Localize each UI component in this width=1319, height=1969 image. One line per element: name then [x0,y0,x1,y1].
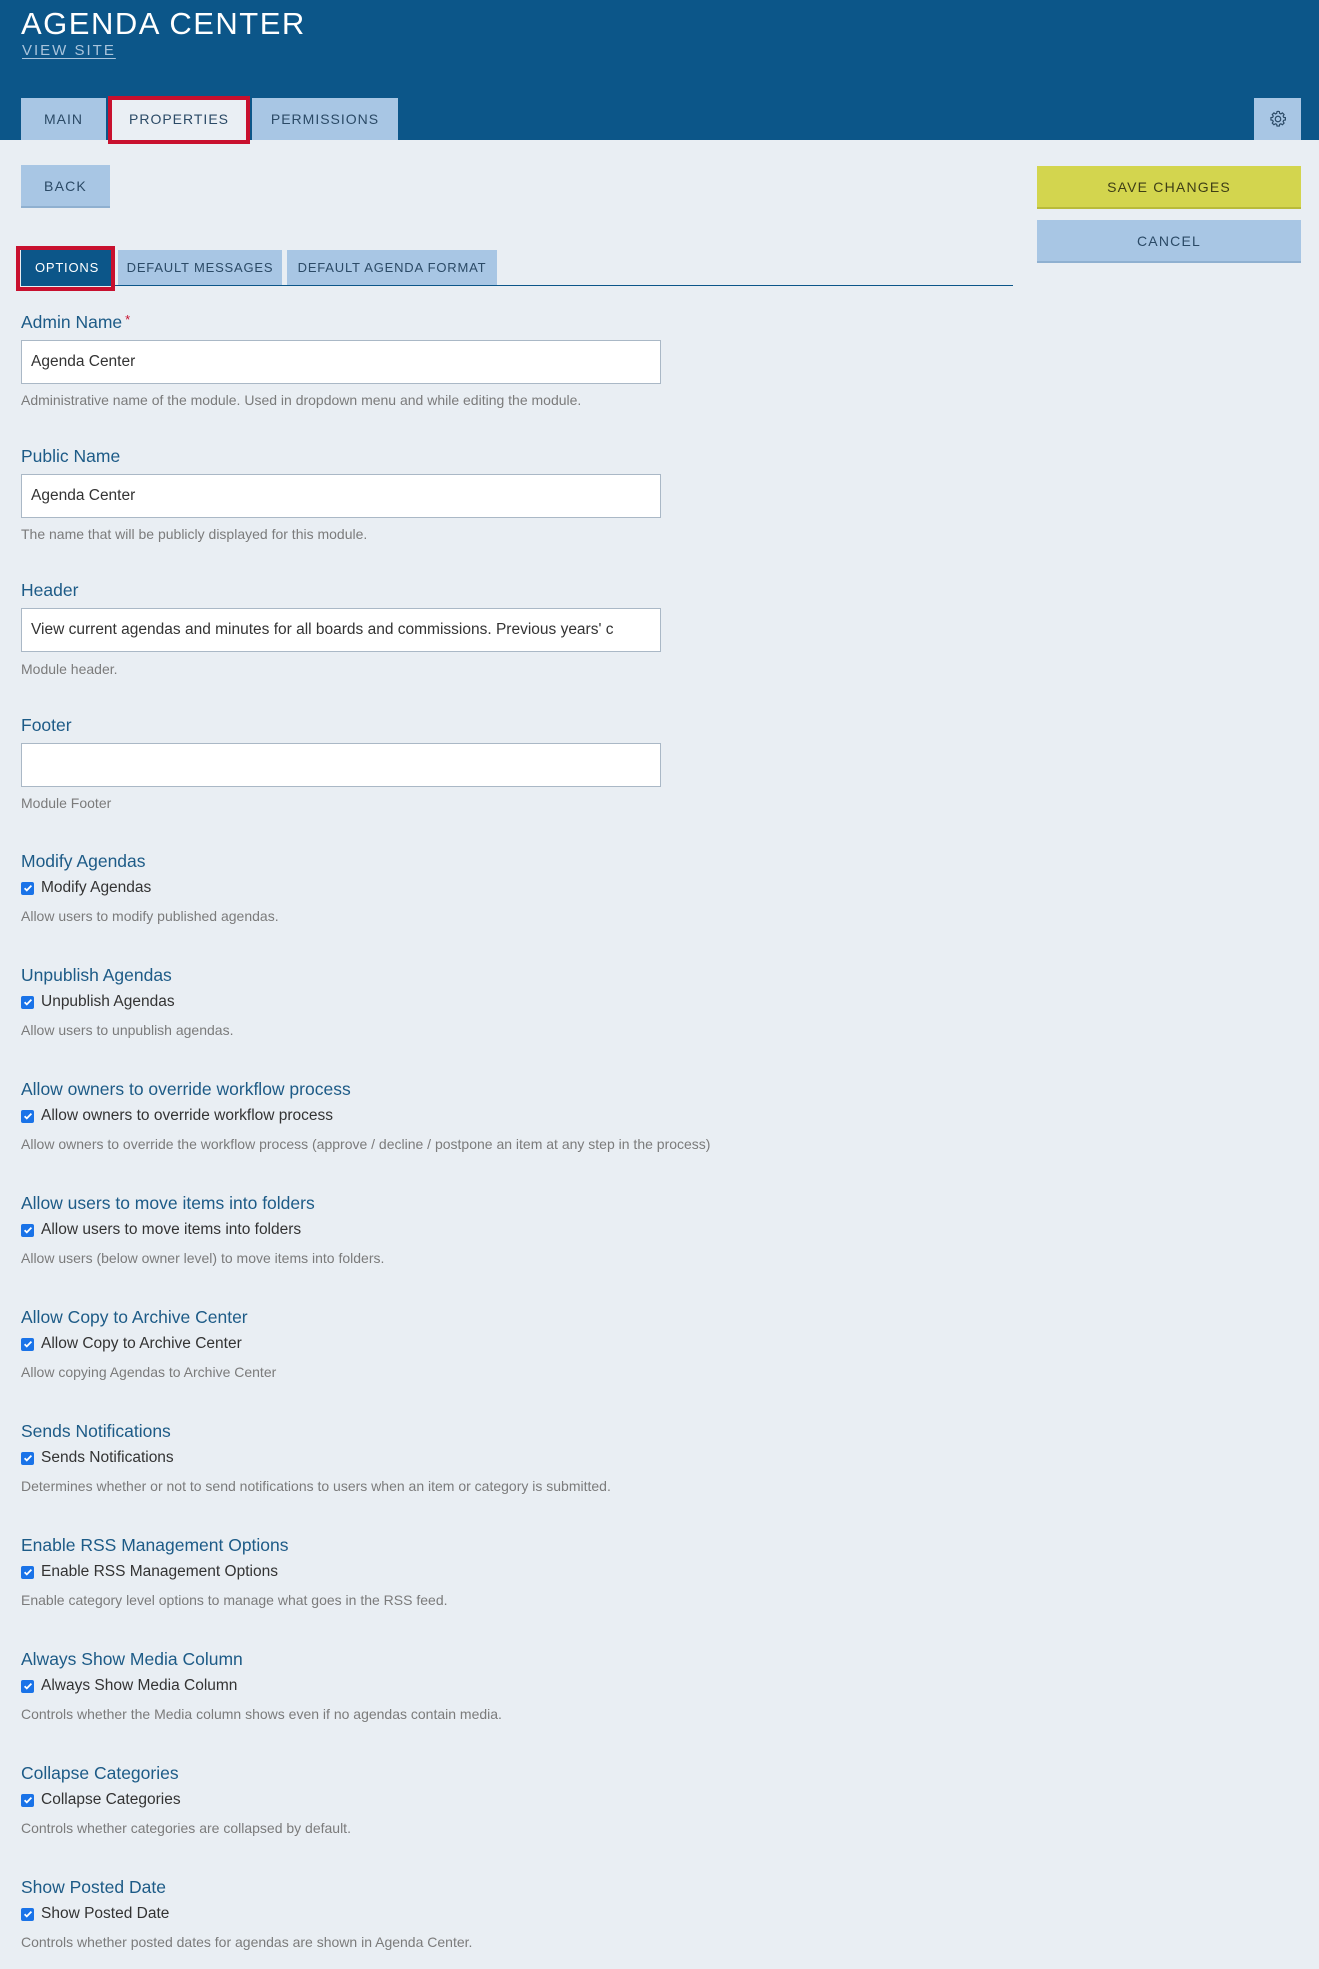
subtab-default-messages[interactable]: DEFAULT MESSAGES [118,250,282,285]
checkbox-label: Allow owners to override workflow proces… [41,1107,334,1124]
checkbox[interactable] [21,1337,34,1351]
subtab-default-agenda-format[interactable]: DEFAULT AGENDA FORMAT [287,250,497,285]
option-checkbox-row[interactable]: Sends Notifications [21,1449,174,1467]
checkbox[interactable] [21,1907,34,1921]
checkbox[interactable] [21,1793,34,1807]
option-checkbox-row[interactable]: Allow owners to override workflow proces… [21,1107,333,1125]
checkbox[interactable] [21,1223,34,1237]
checkbox-label: Unpublish Agendas [41,993,175,1010]
option-help: Controls whether posted dates for agenda… [21,1934,473,1950]
option-help: Determines whether or not to send notifi… [21,1478,611,1494]
tab-permissions[interactable]: PERMISSIONS [252,98,398,140]
option-help: Controls whether categories are collapse… [21,1820,351,1836]
gear-icon [1269,110,1286,127]
option-checkbox-row[interactable]: Always Show Media Column [21,1677,237,1695]
option-help: Enable category level options to manage … [21,1592,448,1608]
checkbox-label: Enable RSS Management Options [41,1563,278,1580]
subtab-options[interactable]: OPTIONS [21,250,113,285]
option-help: Allow users to modify published agendas. [21,908,279,924]
checkbox[interactable] [21,995,34,1009]
option-checkbox-row[interactable]: Unpublish Agendas [21,993,175,1011]
option-checkbox-row[interactable]: Collapse Categories [21,1791,181,1809]
subtab-divider [21,285,1013,286]
option-label: Always Show Media Column [21,1649,243,1669]
public-name-label: Public Name [21,446,121,466]
settings-button[interactable] [1254,98,1301,140]
option-label: Unpublish Agendas [21,965,172,985]
checkbox[interactable] [21,881,34,895]
cancel-button[interactable]: CANCEL [1037,220,1301,263]
header-input[interactable]: View current agendas and minutes for all… [21,608,661,652]
option-label: Allow Copy to Archive Center [21,1307,248,1327]
check-icon [23,1112,32,1120]
top-header: AGENDA CENTER VIEW SITE MAIN PROPERTIES … [0,0,1319,140]
check-icon [23,1568,32,1576]
option-label: Enable RSS Management Options [21,1535,289,1555]
header-help: Module header. [21,661,118,677]
option-help: Controls whether the Media column shows … [21,1706,502,1722]
checkbox[interactable] [21,1565,34,1579]
page-title: AGENDA CENTER [21,6,306,41]
option-label: Allow owners to override workflow proces… [21,1079,351,1099]
check-icon [23,998,32,1006]
option-label: Collapse Categories [21,1763,179,1783]
checkbox[interactable] [21,1451,34,1465]
option-checkbox-row[interactable]: Enable RSS Management Options [21,1563,278,1581]
view-site-link[interactable]: VIEW SITE [22,42,116,59]
option-help: Allow users (below owner level) to move … [21,1250,385,1266]
option-label: Modify Agendas [21,851,146,871]
option-checkbox-row[interactable]: Allow Copy to Archive Center [21,1335,242,1353]
check-icon [23,1340,32,1348]
required-mark: * [125,312,131,327]
header-label: Header [21,580,79,600]
public-name-input[interactable]: Agenda Center [21,474,661,518]
option-checkbox-row[interactable]: Allow users to move items into folders [21,1221,301,1239]
checkbox-label: Always Show Media Column [41,1677,238,1694]
admin-name-label: Admin Name * [21,312,131,332]
option-help: Allow owners to override the workflow pr… [21,1136,711,1152]
check-icon [23,1682,32,1690]
option-checkbox-row[interactable]: Modify Agendas [21,879,151,897]
checkbox-label: Sends Notifications [41,1449,174,1466]
checkbox-label: Allow users to move items into folders [41,1221,302,1238]
check-icon [23,1910,32,1918]
footer-help: Module Footer [21,795,112,811]
check-icon [23,1226,32,1234]
admin-name-input[interactable]: Agenda Center [21,340,661,384]
option-label: Sends Notifications [21,1421,171,1441]
option-help: Allow copying Agendas to Archive Center [21,1364,277,1380]
footer-input[interactable] [21,743,661,787]
save-changes-button[interactable]: SAVE CHANGES [1037,166,1301,209]
checkbox-label: Show Posted Date [41,1905,170,1922]
check-icon [23,1796,32,1804]
back-button[interactable]: BACK [21,165,110,208]
option-label: Allow users to move items into folders [21,1193,315,1213]
checkbox-label: Collapse Categories [41,1791,181,1808]
option-label: Show Posted Date [21,1877,166,1897]
admin-name-help: Administrative name of the module. Used … [21,392,582,408]
public-name-help: The name that will be publicly displayed… [21,526,368,542]
option-help: Allow users to unpublish agendas. [21,1022,234,1038]
check-icon [23,884,32,892]
check-icon [23,1454,32,1462]
checkbox[interactable] [21,1109,34,1123]
option-checkbox-row[interactable]: Show Posted Date [21,1905,169,1923]
footer-label: Footer [21,715,72,735]
checkbox-label: Modify Agendas [41,879,152,896]
tab-properties[interactable]: PROPERTIES [112,98,246,140]
checkbox-label: Allow Copy to Archive Center [41,1335,242,1352]
tab-main[interactable]: MAIN [21,98,106,140]
checkbox[interactable] [21,1679,34,1693]
